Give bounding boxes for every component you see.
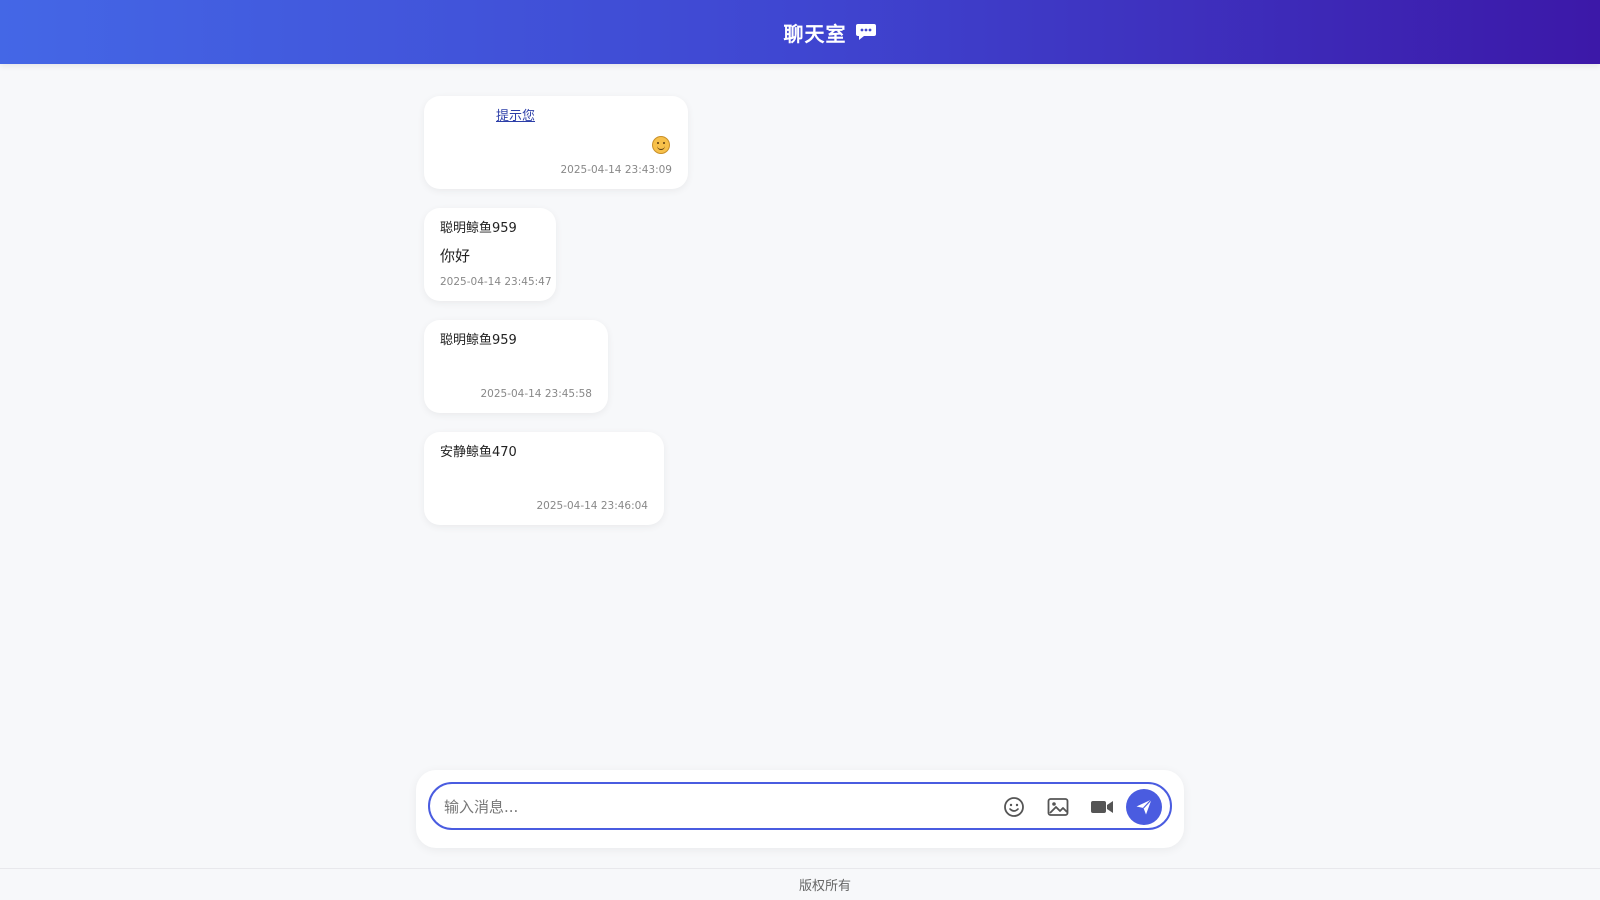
message-bubble: 提示您 2025-04-14 23:43:09 xyxy=(424,96,688,189)
message-timestamp: 2025-04-14 23:46:04 xyxy=(536,500,648,512)
header-title-group: 聊天室 xyxy=(784,18,877,47)
image-icon[interactable] xyxy=(1044,793,1072,821)
message-timestamp: 2025-04-14 23:45:47 xyxy=(440,276,552,288)
message-sender: 提示您 xyxy=(496,109,536,124)
message-text xyxy=(440,469,648,491)
smile-emoji-icon xyxy=(652,135,670,154)
page-footer: 版权所有 xyxy=(0,868,1600,900)
message-composer xyxy=(416,770,1184,848)
video-icon[interactable] xyxy=(1088,793,1116,821)
message-bubble: 安静鲸鱼470 2025-04-14 23:46:04 xyxy=(424,432,664,525)
message-sender: 安静鲸鱼470 xyxy=(440,445,517,460)
copyright-text: 版权所有 xyxy=(798,879,851,894)
message-sender: 聪明鲸鱼959 xyxy=(440,333,517,348)
emoji-icon[interactable] xyxy=(1000,793,1028,821)
message-text xyxy=(440,133,672,155)
chat-bubble-icon xyxy=(855,22,877,42)
app-header: 聊天室 xyxy=(0,0,1600,64)
message-input-box xyxy=(428,782,1172,830)
message-bubble: 聪明鲸鱼959 你好 2025-04-14 23:45:47 xyxy=(424,208,556,301)
send-icon xyxy=(1136,799,1152,815)
message-timestamp: 2025-04-14 23:43:09 xyxy=(560,164,672,176)
message-text: 你好 xyxy=(440,247,471,265)
message-text xyxy=(440,357,592,379)
message-timestamp: 2025-04-14 23:45:58 xyxy=(480,388,592,400)
page-title: 聊天室 xyxy=(783,21,847,46)
message-sender: 聪明鲸鱼959 xyxy=(440,221,517,236)
message-input[interactable] xyxy=(444,794,964,820)
message-bubble: 聪明鲸鱼959 2025-04-14 23:45:58 xyxy=(424,320,608,413)
send-button[interactable] xyxy=(1126,789,1162,825)
